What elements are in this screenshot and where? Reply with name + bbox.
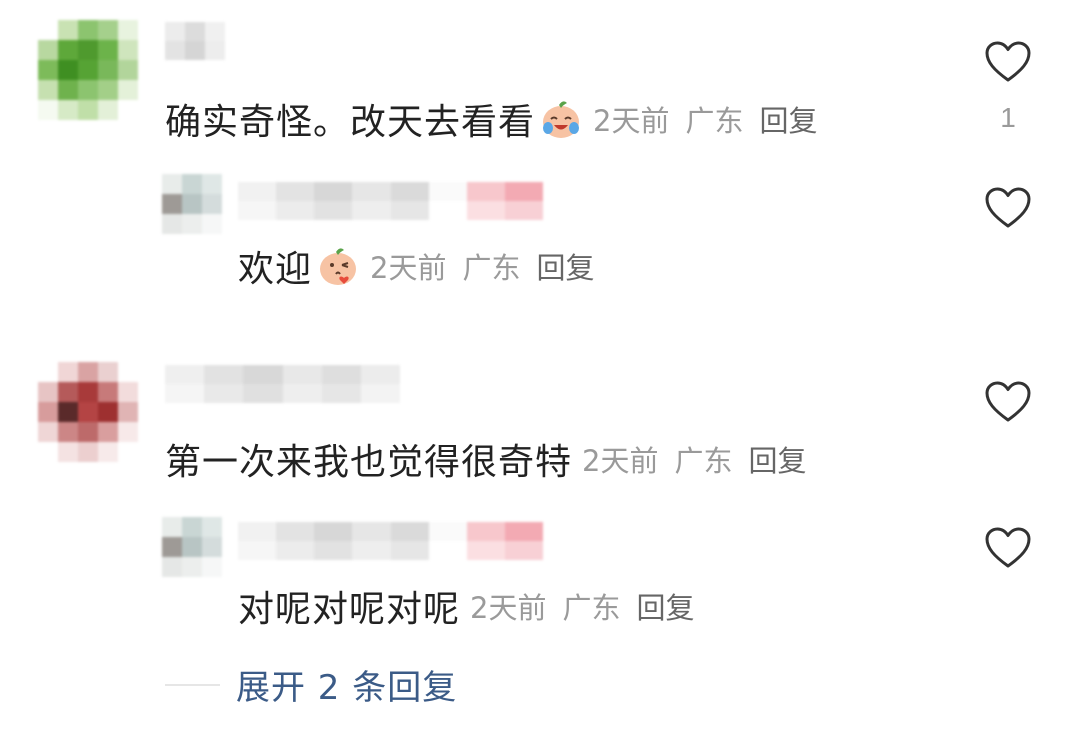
reply-button[interactable]: 回复 xyxy=(748,438,806,480)
comment-body: 第一次来我也觉得很奇特 2天前 广东 回复 xyxy=(165,433,807,485)
username[interactable] xyxy=(165,365,400,403)
heart-kiss-peach-emoji-icon xyxy=(320,248,357,285)
comment-text: 确实奇怪。改天去看看 xyxy=(165,102,536,143)
avatar[interactable] xyxy=(162,174,222,234)
reply-body: 欢迎 2天前 广东 回复 xyxy=(238,240,595,292)
reply-button[interactable]: 回复 xyxy=(636,585,694,627)
comment-time: 2天前 xyxy=(593,104,670,138)
reply-text: 对呢对呢对呢 xyxy=(238,589,461,630)
reply-time: 2天前 xyxy=(470,591,547,625)
comment-location: 广东 xyxy=(674,444,733,478)
reply-body: 对呢对呢对呢 2天前 广东 回复 xyxy=(238,580,695,632)
username[interactable] xyxy=(165,22,225,60)
comment-body: 确实奇怪。改天去看看 2天前 广东 回复 xyxy=(165,93,818,145)
comment-text: 第一次来我也觉得很奇特 xyxy=(165,442,573,483)
like-button[interactable] xyxy=(982,526,1034,570)
laugh-cry-peach-emoji-icon xyxy=(543,101,580,138)
avatar[interactable] xyxy=(162,517,222,577)
divider xyxy=(165,683,220,686)
reply-text: 欢迎 xyxy=(238,249,313,290)
like-count: 1 xyxy=(1000,102,1016,133)
reply-button[interactable]: 回复 xyxy=(536,245,594,287)
heart-icon xyxy=(985,381,1031,422)
avatar[interactable] xyxy=(38,362,138,462)
reply-button[interactable]: 回复 xyxy=(759,98,817,140)
username[interactable] xyxy=(238,182,543,220)
heart-icon xyxy=(985,41,1031,82)
comment-time: 2天前 xyxy=(582,444,659,478)
like-button[interactable]: 1 xyxy=(982,40,1034,134)
expand-replies[interactable]: 展开 2 条回复 xyxy=(165,660,457,709)
reply-location: 广东 xyxy=(462,251,521,285)
heart-icon xyxy=(985,187,1031,228)
username[interactable] xyxy=(238,522,543,560)
expand-replies-label[interactable]: 展开 2 条回复 xyxy=(236,660,457,709)
like-button[interactable] xyxy=(982,186,1034,230)
avatar[interactable] xyxy=(38,20,138,120)
reply-location: 广东 xyxy=(562,591,621,625)
heart-icon xyxy=(985,527,1031,568)
comment-location: 广东 xyxy=(685,104,744,138)
like-button[interactable] xyxy=(982,380,1034,424)
reply-time: 2天前 xyxy=(370,251,447,285)
